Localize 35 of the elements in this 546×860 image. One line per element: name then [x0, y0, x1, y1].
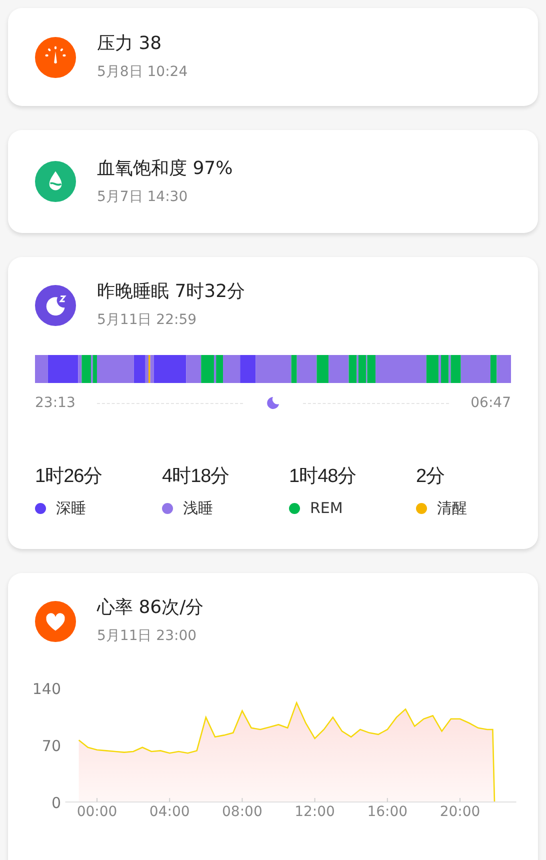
moon-icon: [35, 284, 76, 326]
end-time: 06:47: [470, 395, 511, 411]
card-title: 压力 38: [97, 33, 163, 55]
legend-label: REM: [310, 499, 343, 517]
record-time: 5月11日 22:59: [97, 311, 198, 329]
y-tick-label: 70: [42, 737, 61, 755]
start-time: 23:13: [35, 395, 76, 411]
card-title: 昨晚睡眠 7时32分: [97, 281, 246, 303]
water-drop-icon: [35, 161, 76, 202]
record-time: 5月7日 14:30: [97, 188, 189, 206]
legend-label: 浅睡: [183, 499, 213, 518]
x-tick-label: 16:00: [367, 804, 408, 820]
stage-duration: 4时18分: [162, 465, 230, 489]
card-title: 心率 86次/分: [97, 597, 204, 619]
gauge-icon: [35, 36, 76, 78]
record-time: 5月11日 23:00: [97, 627, 198, 645]
y-tick-label: 0: [51, 794, 61, 812]
legend-label: 深睡: [56, 499, 86, 518]
x-tick-label: 08:00: [222, 804, 262, 820]
x-tick-label: 04:00: [149, 804, 190, 820]
moon-icon: [265, 395, 281, 411]
stage-duration: 2分: [416, 465, 446, 489]
x-tick-label: 12:00: [294, 804, 335, 820]
card-background[interactable]: 心率 86次/分 5月11日 23:00 00:00 04:00 08:00 12:00 16:00 20:00 0 70 140: [8, 573, 538, 860]
stage-duration: 1时48分: [289, 465, 358, 489]
record-time: 5月8日 10:24: [97, 63, 188, 81]
card-background[interactable]: 血氧饱和度 97% 5月7日 14:30: [8, 130, 538, 233]
y-tick-label: 140: [32, 680, 61, 698]
card-background[interactable]: 昨晚睡眠 7时32分 5月11日 22:59 23:13 06:47 1时26分 深睡 4时18分 浅睡 1时48分 REM 2分 清醒: [8, 257, 538, 549]
stage-duration: 1时26分: [35, 465, 104, 489]
x-tick-label: 20:00: [440, 804, 480, 820]
card-background[interactable]: 压力 38 5月8日 10:24: [8, 8, 538, 106]
legend-label: 清醒: [437, 499, 467, 518]
x-tick-label: 00:00: [76, 804, 118, 820]
card-title: 血氧饱和度 97%: [97, 158, 233, 180]
